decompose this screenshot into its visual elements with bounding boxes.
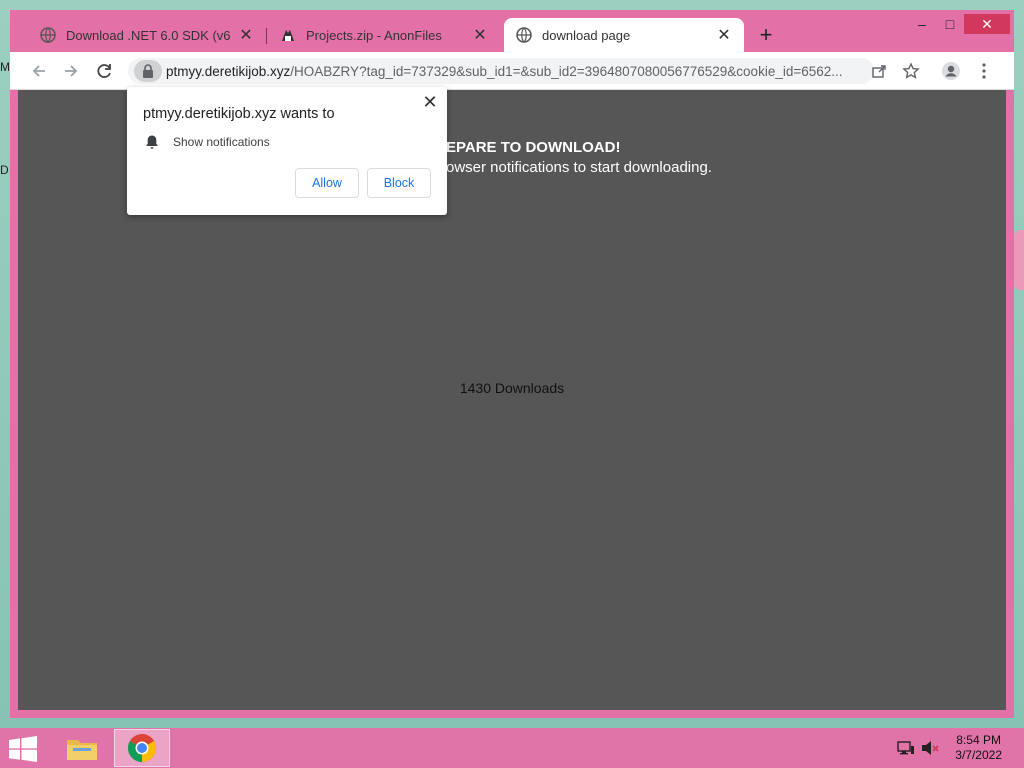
menu-kebab-icon[interactable] bbox=[973, 60, 995, 82]
folder-icon bbox=[67, 740, 97, 760]
reload-icon[interactable] bbox=[93, 60, 115, 82]
instruction-text: owser notifications to start downloading… bbox=[446, 159, 712, 176]
globe-icon bbox=[40, 27, 56, 43]
globe-icon bbox=[516, 27, 532, 43]
tab-anonfiles[interactable]: Projects.zip - AnonFiles ✕ bbox=[268, 18, 500, 52]
close-icon[interactable]: ✕ bbox=[421, 93, 439, 111]
desktop-decoration bbox=[1014, 230, 1024, 290]
tab-dotnet-sdk[interactable]: Download .NET 6.0 SDK (v6.0.200 ✕ bbox=[28, 18, 266, 52]
address-bar[interactable]: ptmyy.deretikijob.xyz/HOABZRY?tag_id=737… bbox=[128, 58, 874, 84]
back-arrow-icon[interactable] bbox=[28, 60, 50, 82]
volume-muted-icon[interactable] bbox=[920, 738, 940, 758]
bell-icon bbox=[146, 135, 158, 149]
tab-separator bbox=[266, 28, 267, 44]
tab-title: download page bbox=[542, 27, 631, 43]
tab-title: Projects.zip - AnonFiles bbox=[306, 27, 442, 43]
permission-row: Show notifications bbox=[145, 134, 270, 150]
profile-avatar-icon[interactable] bbox=[940, 60, 962, 82]
bookmark-star-icon[interactable] bbox=[900, 60, 922, 82]
clock-date: 3/7/2022 bbox=[955, 748, 1002, 762]
desktop-icon-label-m[interactable]: M bbox=[0, 60, 10, 74]
close-window-button[interactable]: ✕ bbox=[964, 14, 1010, 34]
tab-title: Download .NET 6.0 SDK (v6.0.200 bbox=[66, 27, 230, 43]
permission-label: Show notifications bbox=[173, 135, 270, 149]
prepare-heading: EPARE TO DOWNLOAD! bbox=[446, 139, 621, 156]
notification-permission-popup: ptmyy.deretikijob.xyz wants to ✕ Show no… bbox=[127, 87, 447, 215]
forward-arrow-icon[interactable] bbox=[60, 60, 82, 82]
popup-title: ptmyy.deretikijob.xyz wants to bbox=[143, 106, 335, 122]
windows-start-icon[interactable] bbox=[8, 736, 38, 762]
file-explorer-taskbar-button[interactable] bbox=[54, 729, 110, 767]
tab-close-icon[interactable]: ✕ bbox=[716, 27, 732, 44]
clock-time: 8:54 PM bbox=[956, 733, 1001, 747]
tab-close-icon[interactable]: ✕ bbox=[472, 27, 488, 44]
network-icon[interactable] bbox=[896, 738, 916, 758]
url-text[interactable]: ptmyy.deretikijob.xyz/HOABZRY?tag_id=737… bbox=[166, 64, 843, 79]
tab-close-icon[interactable]: ✕ bbox=[238, 27, 254, 44]
title-bar: Download .NET 6.0 SDK (v6.0.200 ✕ Projec… bbox=[10, 10, 1014, 52]
desktop-icon-label-d[interactable]: D bbox=[0, 163, 9, 177]
browser-toolbar: ptmyy.deretikijob.xyz/HOABZRY?tag_id=737… bbox=[10, 52, 1014, 90]
new-tab-button[interactable]: + bbox=[756, 24, 776, 46]
system-clock[interactable]: 8:54 PM 3/7/2022 bbox=[955, 733, 1002, 763]
share-icon[interactable] bbox=[868, 60, 890, 82]
lock-icon[interactable] bbox=[134, 60, 162, 82]
block-button[interactable]: Block bbox=[367, 168, 431, 198]
anonfiles-icon bbox=[282, 30, 294, 41]
minimize-button[interactable]: – bbox=[908, 14, 936, 34]
url-host: ptmyy.deretikijob.xyz bbox=[166, 63, 291, 79]
download-count: 1430 Downloads bbox=[459, 380, 565, 396]
maximize-button[interactable]: □ bbox=[936, 14, 964, 34]
url-path: /HOABZRY?tag_id=737329&sub_id1=&sub_id2=… bbox=[290, 63, 843, 79]
chrome-taskbar-button[interactable] bbox=[114, 729, 170, 767]
taskbar: 8:54 PM 3/7/2022 bbox=[0, 728, 1024, 768]
tab-download-page[interactable]: download page ✕ bbox=[504, 18, 744, 52]
allow-button[interactable]: Allow bbox=[295, 168, 359, 198]
chrome-icon bbox=[128, 734, 156, 762]
